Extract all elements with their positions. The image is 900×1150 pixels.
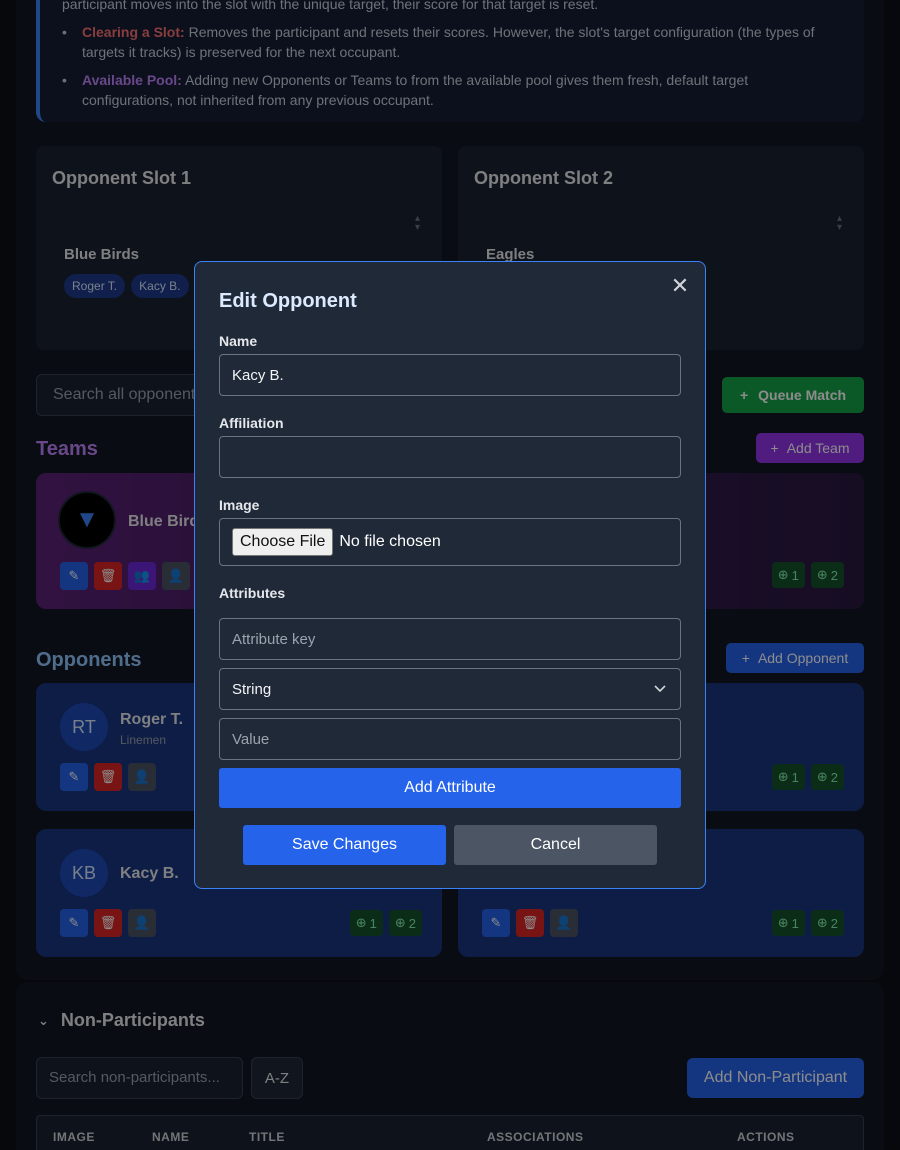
name-label: Name xyxy=(219,333,258,349)
name-input[interactable] xyxy=(219,354,681,396)
attribute-type-select[interactable]: String xyxy=(219,668,681,710)
choose-file-button[interactable]: Choose File xyxy=(232,528,334,556)
cancel-button[interactable]: Cancel xyxy=(454,825,657,865)
attributes-label: Attributes xyxy=(219,585,286,601)
close-icon[interactable]: ✕ xyxy=(669,275,691,298)
edit-opponent-modal: Edit Opponent ✕ Name Affiliation Image C… xyxy=(194,261,706,889)
affiliation-input[interactable] xyxy=(219,436,681,478)
chevron-down-icon xyxy=(654,685,666,693)
attribute-value-input[interactable] xyxy=(219,718,681,760)
add-attribute-button[interactable]: Add Attribute xyxy=(219,768,681,808)
affiliation-label: Affiliation xyxy=(219,415,284,431)
save-changes-button[interactable]: Save Changes xyxy=(243,825,446,865)
file-status: No file chosen xyxy=(339,533,441,550)
image-file-input: Choose File No file chosen xyxy=(219,518,681,566)
modal-title: Edit Opponent xyxy=(219,290,357,312)
attribute-key-input[interactable] xyxy=(219,618,681,660)
attribute-type-value: String xyxy=(232,680,272,698)
image-label: Image xyxy=(219,497,260,513)
